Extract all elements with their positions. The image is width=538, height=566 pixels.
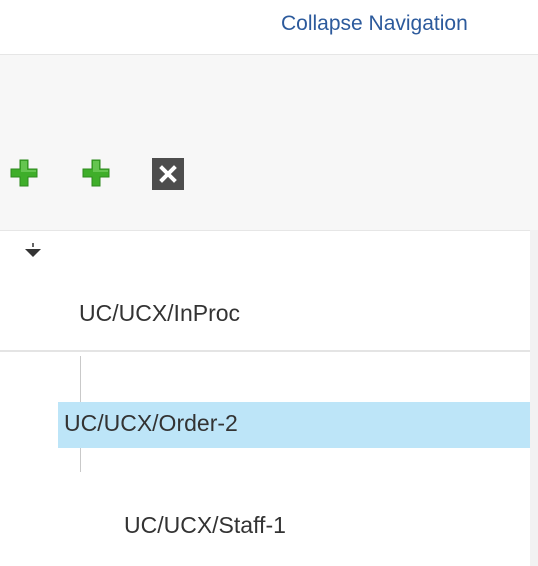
tree-node-label: UC/UCX/Staff-1 xyxy=(124,512,286,538)
add-child-node-button[interactable] xyxy=(82,159,110,192)
green-plus-icon xyxy=(82,159,110,187)
tree-node-label: UC/UCX/InProc xyxy=(79,300,241,326)
toolbar-panel xyxy=(0,54,538,231)
tree-connector-line xyxy=(80,448,81,472)
tree-view: UC/UCX/InProc UC/UCX/Order-2 UC/UCX/Staf… xyxy=(0,230,538,566)
tree-node[interactable]: UC/UCX/Staff-1 xyxy=(0,490,530,560)
tree-connector-line xyxy=(80,356,81,402)
tree-node-label: UC/UCX/Order-2 xyxy=(64,410,238,436)
close-x-icon xyxy=(152,158,184,190)
delete-node-button[interactable] xyxy=(152,158,184,190)
page: Collapse Navigation UC/UCX/InProc UC/UCX… xyxy=(0,0,538,566)
tree-node-selected[interactable]: UC/UCX/Order-2 xyxy=(58,402,538,448)
green-plus-icon xyxy=(10,159,38,187)
tree-node[interactable]: UC/UCX/InProc xyxy=(0,280,530,352)
collapse-navigation-link[interactable]: Collapse Navigation xyxy=(281,12,468,36)
add-root-node-button[interactable] xyxy=(10,159,38,192)
panel-edge xyxy=(530,230,538,566)
caret-down-icon[interactable] xyxy=(22,243,44,259)
